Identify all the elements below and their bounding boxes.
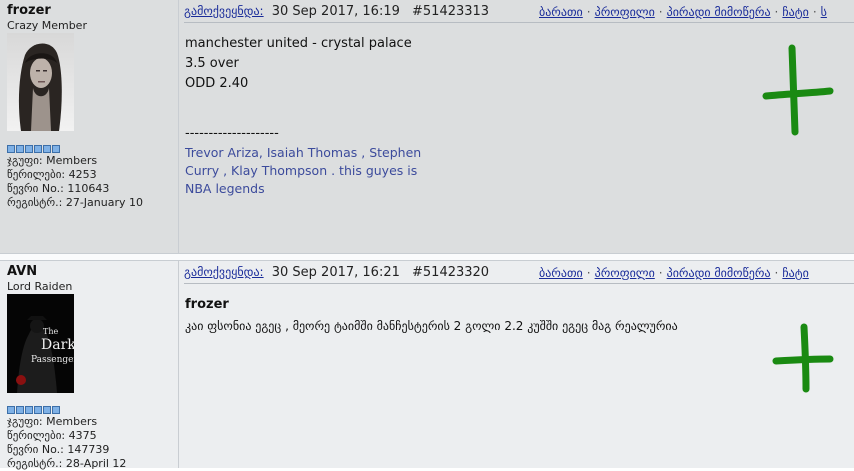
author-name[interactable]: AVN — [7, 264, 37, 279]
post-date: 30 Sep 2017, 16:19 — [271, 4, 400, 19]
author-panel: frozer Crazy Member ჯგუფი: Members წერილ… — [0, 0, 179, 253]
message-line: 3.5 over — [185, 56, 239, 71]
rating-pips — [7, 406, 60, 414]
post-message: manchester united - crystal palace 3.5 o… — [185, 34, 412, 94]
link-private-message[interactable]: პირადი მიმოწერა — [667, 5, 771, 19]
stat-registered: რეგისტრ.: 28-April 12 — [7, 457, 127, 470]
post-body: გამოქვეყნდა: 30 Sep 2017, 16:19 #5142331… — [180, 0, 854, 253]
avatar — [7, 33, 74, 131]
post-2: AVN Lord Raiden The Dark Passenger ჯგუფი… — [0, 261, 854, 470]
author-name[interactable]: frozer — [7, 3, 51, 18]
stat-posts: წერილები: 4253 — [7, 168, 97, 181]
link-private-message[interactable]: პირადი მიმოწერა — [667, 266, 771, 280]
link-card[interactable]: ბარათი — [539, 266, 583, 280]
stat-member-no: წევრი No.: 147739 — [7, 443, 110, 456]
stat-registered: რეგისტრ.: 27-January 10 — [7, 196, 143, 209]
link-more[interactable]: ს — [821, 5, 827, 19]
stat-group: ჯგუფი: Members — [7, 415, 98, 428]
link-card[interactable]: ბარათი — [539, 5, 583, 19]
avatar-text-3: Passenger — [31, 355, 74, 365]
post-message: კაი ფსონია ეგეც , მეორე ტაიმში მანჩესტერ… — [185, 319, 678, 333]
stat-group: ჯგუფი: Members — [7, 154, 98, 167]
post-id[interactable]: #51423320 — [412, 265, 489, 280]
author-rank: Crazy Member — [7, 19, 87, 32]
author-rank: Lord Raiden — [7, 280, 73, 293]
rating-pips — [7, 145, 60, 153]
post-id[interactable]: #51423313 — [412, 4, 489, 19]
avatar: The Dark Passenger — [7, 294, 74, 393]
signature-divider: -------------------- — [185, 126, 279, 141]
author-panel: AVN Lord Raiden The Dark Passenger ჯგუფი… — [0, 261, 179, 470]
quote-author: frozer — [185, 297, 229, 312]
posted-link[interactable]: გამოქვეყნდა: — [184, 265, 264, 279]
message-line: manchester united - crystal palace — [185, 36, 412, 51]
signature-line: NBA legends — [185, 181, 265, 196]
stat-posts: წერილები: 4375 — [7, 429, 97, 442]
posted-link[interactable]: გამოქვეყნდა: — [184, 4, 264, 18]
post-separator — [0, 253, 854, 261]
avatar-text-1: The — [43, 327, 58, 336]
avatar-text-2: Dark — [41, 337, 74, 353]
signature-line: Trevor Ariza, Isaiah Thomas , Stephen — [185, 145, 422, 160]
link-profile[interactable]: პროფილი — [595, 5, 655, 19]
post-1: frozer Crazy Member ჯგუფი: Members წერილ… — [0, 0, 854, 253]
post-header: გამოქვეყნდა: 30 Sep 2017, 16:19 #5142331… — [184, 0, 854, 23]
plus-icon — [762, 44, 834, 136]
stat-member-no: წევრი No.: 110643 — [7, 182, 110, 195]
signature: -------------------- Trevor Ariza, Isaia… — [185, 124, 421, 198]
message-line: ODD 2.40 — [185, 76, 249, 91]
link-profile[interactable]: პროფილი — [595, 266, 655, 280]
link-chat[interactable]: ჩატი — [782, 5, 808, 19]
link-chat[interactable]: ჩატი — [782, 266, 808, 280]
post-header: გამოქვეყნდა: 30 Sep 2017, 16:21 #5142332… — [184, 261, 854, 284]
signature-line: Curry , Klay Thompson . this guyes is — [185, 163, 418, 178]
post-links: ბარათი · პროფილი · პირადი მიმოწერა · ჩატი — [539, 266, 809, 280]
plus-icon — [772, 323, 834, 393]
post-date: 30 Sep 2017, 16:21 — [271, 265, 400, 280]
post-links: ბარათი · პროფილი · პირადი მიმოწერა · ჩატი · ს — [539, 5, 827, 19]
post-body: გამოქვეყნდა: 30 Sep 2017, 16:21 #5142332… — [180, 261, 854, 468]
